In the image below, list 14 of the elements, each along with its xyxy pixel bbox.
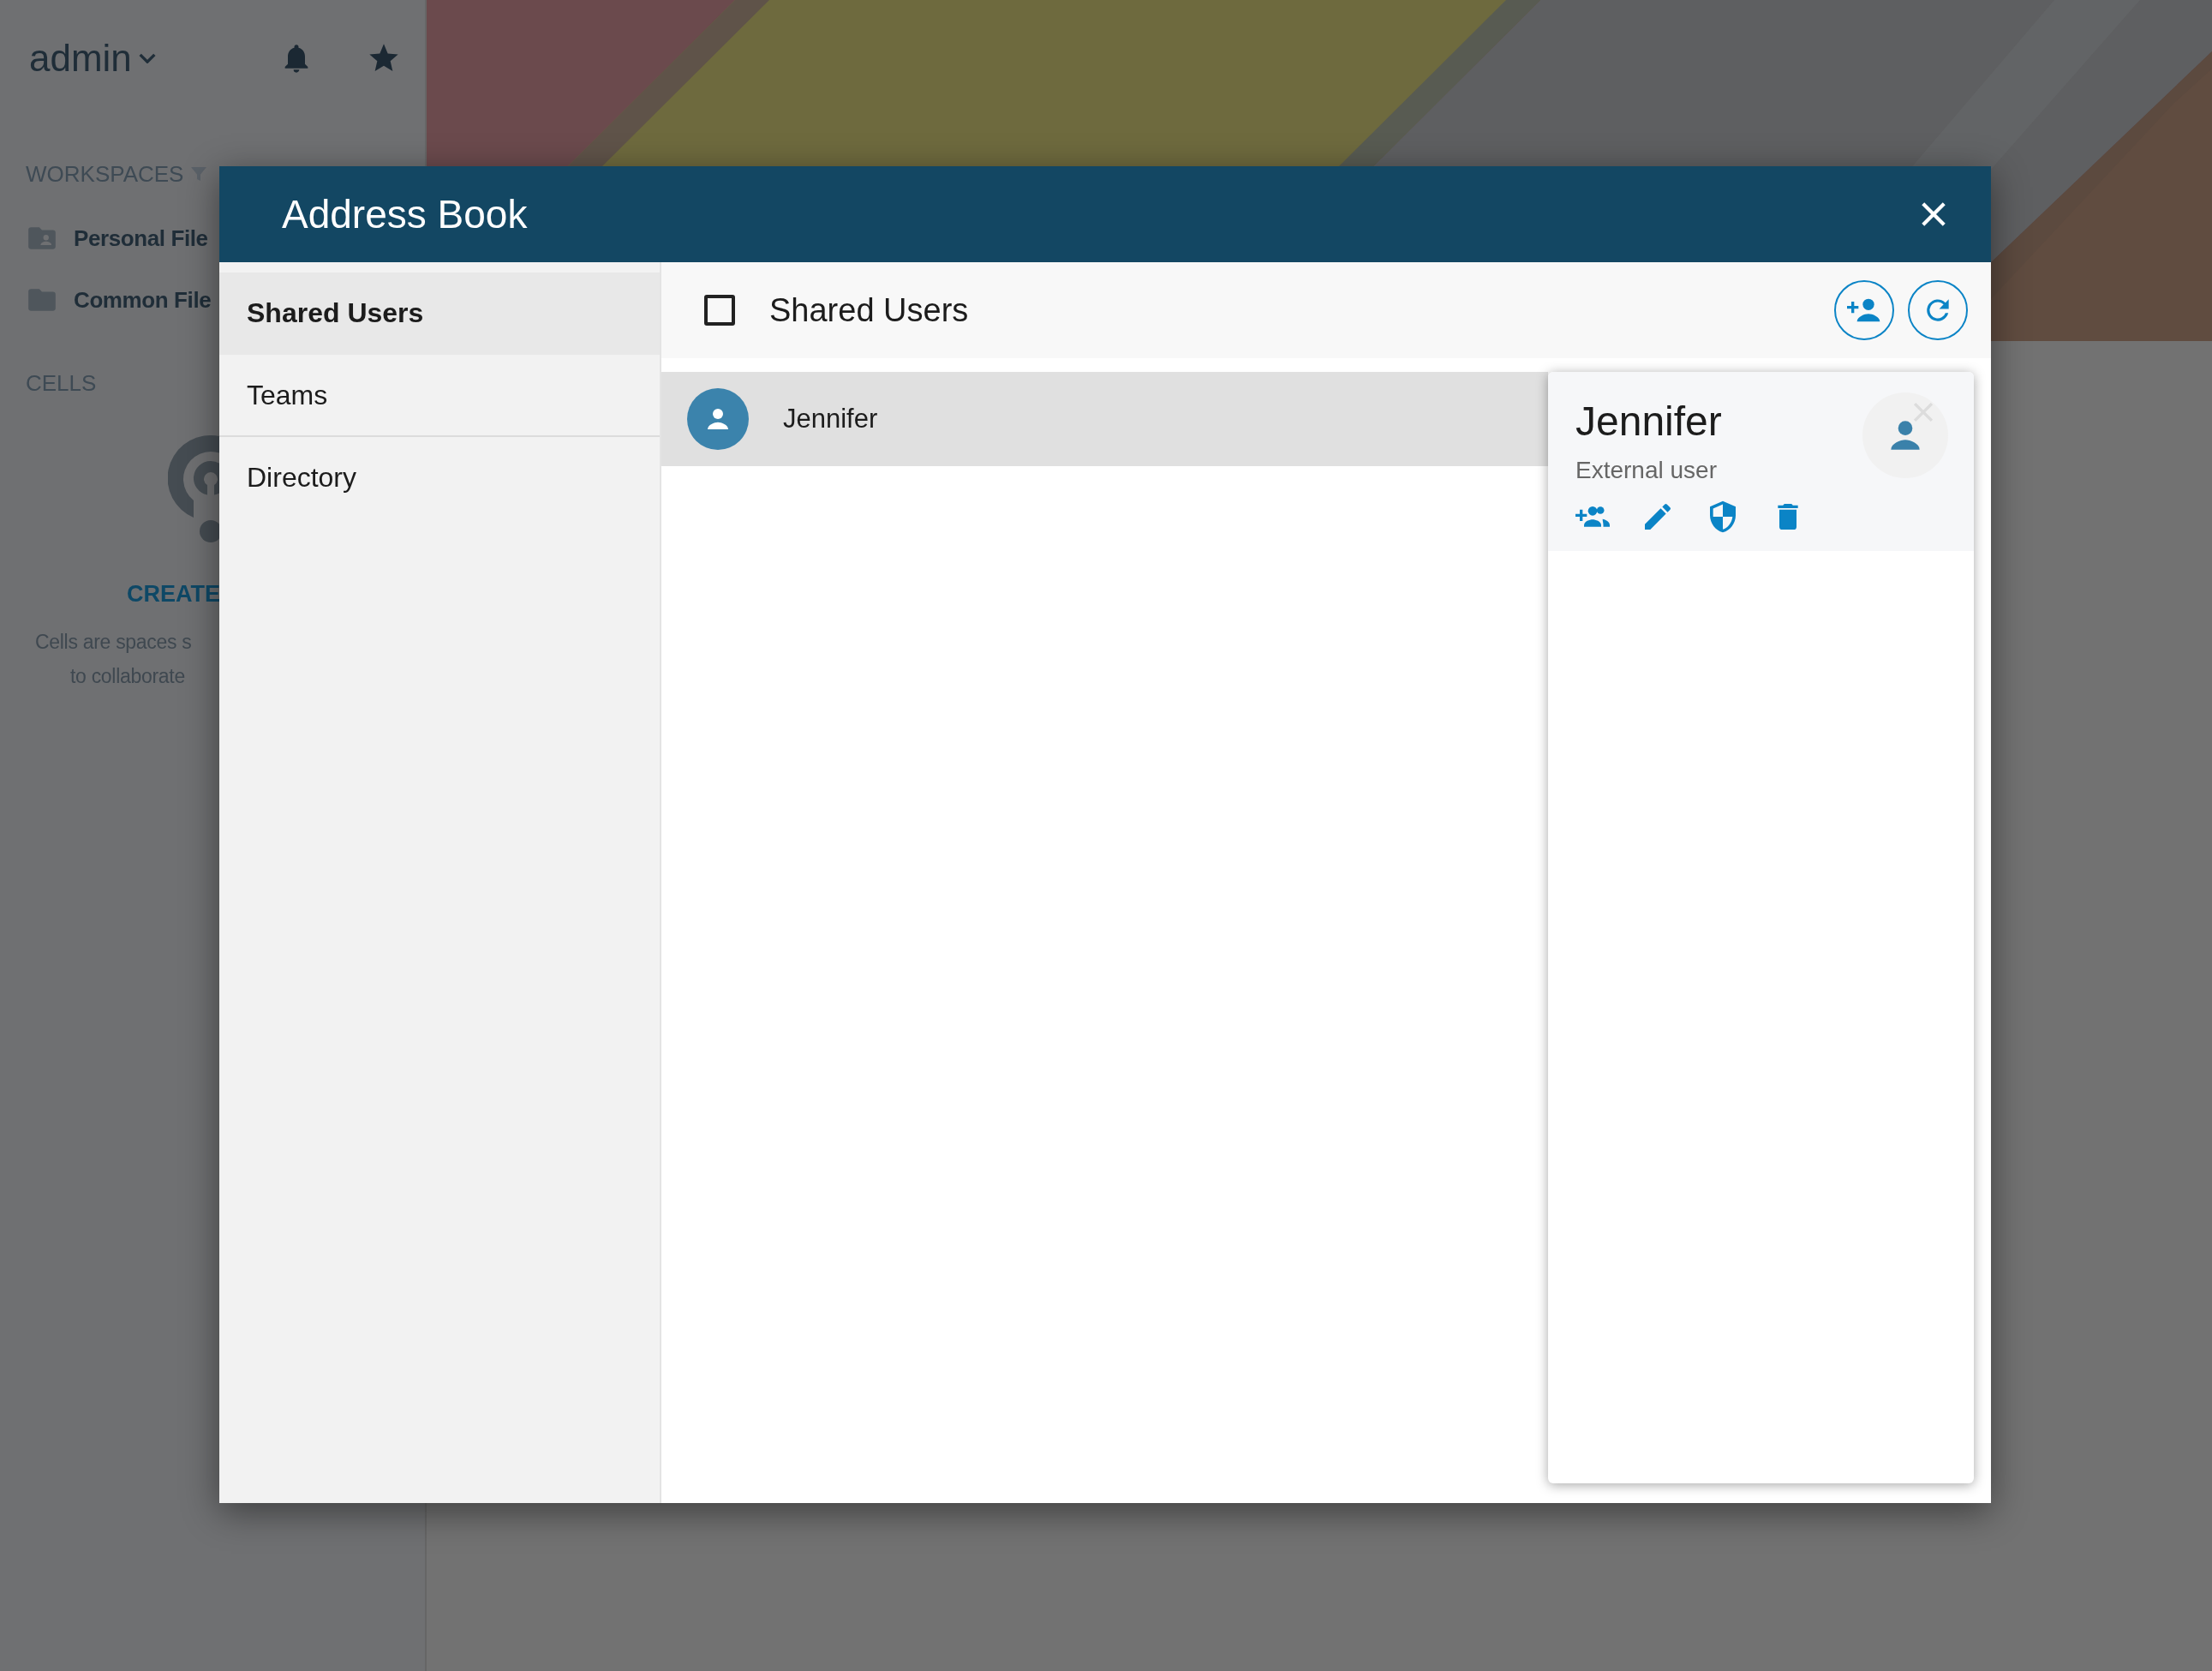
select-all-checkbox[interactable] [704,295,735,326]
nav-item[interactable]: Directory [219,437,660,519]
user-type: External user [1575,457,1717,484]
list-title: Shared Users [769,291,970,329]
refresh-button[interactable] [1908,280,1968,340]
add-user-button[interactable] [1834,280,1894,340]
user-name: Jennifer [1575,398,1722,445]
nav-item[interactable]: Shared Users [219,273,660,355]
user-row[interactable]: Jennifer [661,372,1548,466]
user-name: Jennifer [783,404,878,434]
dialog-title: Address Book [282,191,529,237]
cells-icon [168,435,219,543]
caret-icon [138,53,156,63]
nav-item[interactable]: Teams [219,355,660,437]
